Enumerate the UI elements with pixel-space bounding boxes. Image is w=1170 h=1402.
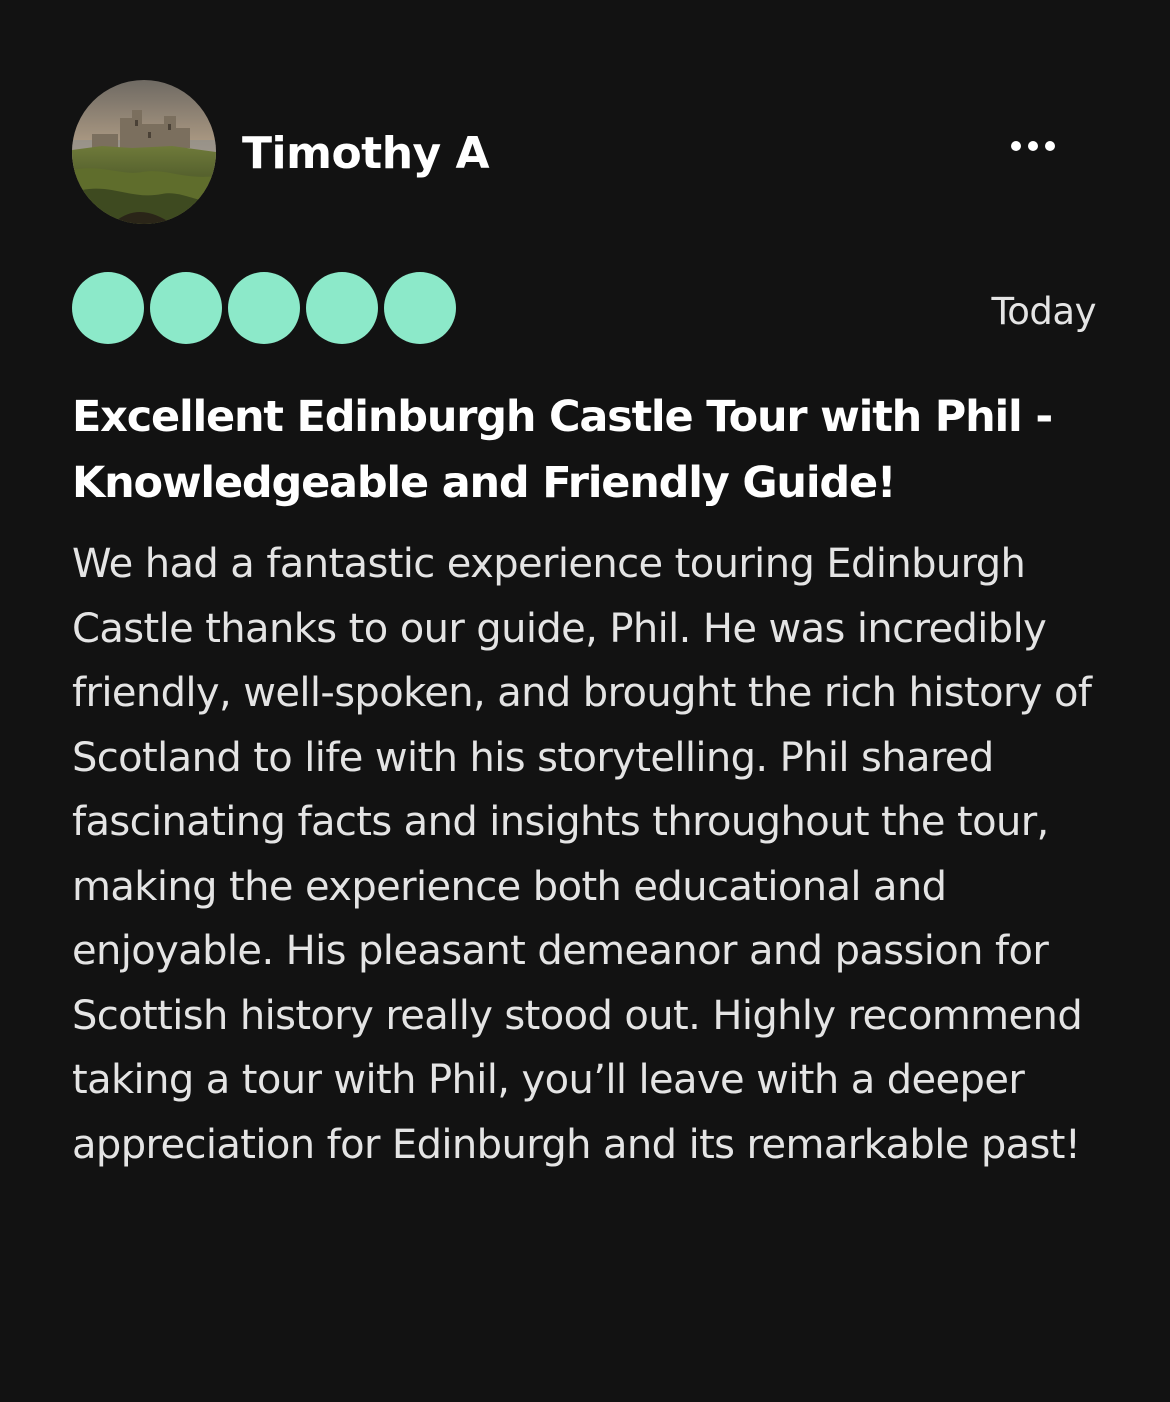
more-options-button[interactable]: [998, 124, 1068, 168]
more-options-icon: [1028, 141, 1038, 151]
more-options-icon: [1045, 141, 1055, 151]
avatar[interactable]: [72, 80, 216, 224]
castle-photo-image: [72, 80, 216, 224]
review-date: Today: [991, 290, 1096, 333]
rating-bubble-icon: [384, 272, 456, 344]
rating-bubble-icon: [72, 272, 144, 344]
rating-bubble-icon: [150, 272, 222, 344]
more-options-icon: [1011, 141, 1021, 151]
rating-bubble-icon: [228, 272, 300, 344]
user-name[interactable]: Timothy A: [242, 124, 490, 184]
review-body: We had a fantastic experience touring Ed…: [72, 541, 1092, 1168]
rating-bubbles: [72, 272, 456, 344]
rating-bubble-icon: [306, 272, 378, 344]
review-card: Timothy A Today Excellent Edinburgh Cast…: [0, 0, 1170, 1402]
review-title: Excellent Edinburgh Castle Tour with Phi…: [72, 392, 1053, 508]
